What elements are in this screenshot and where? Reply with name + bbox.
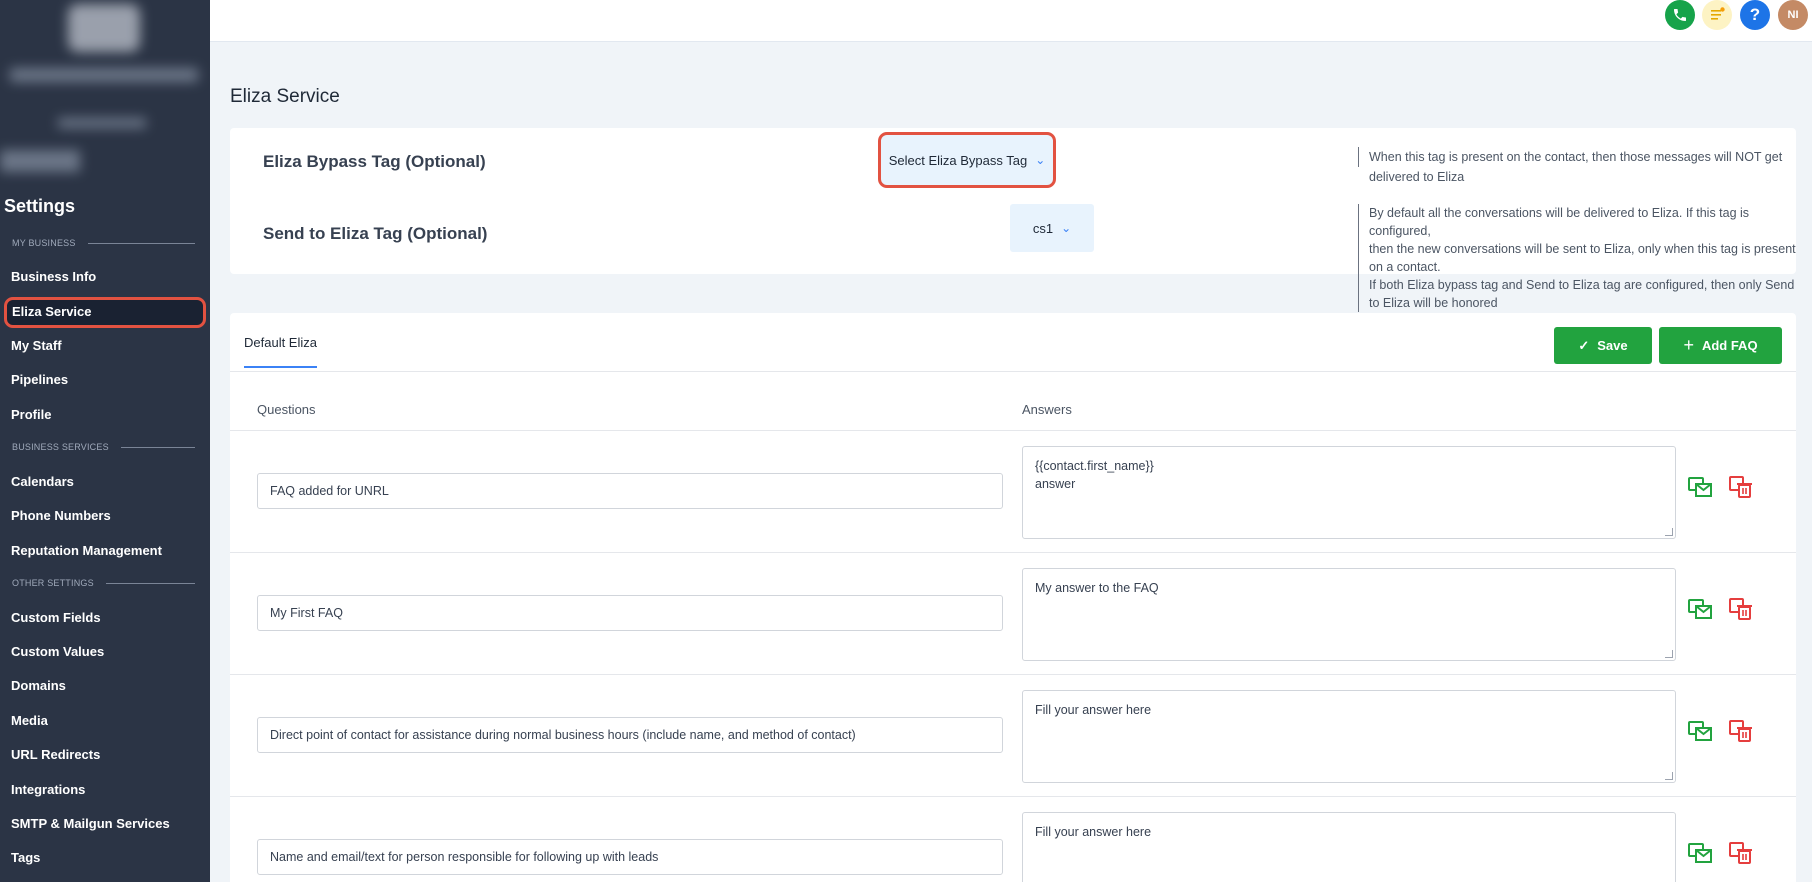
tab-divider (230, 371, 1796, 372)
sidebar-item-business-info[interactable]: Business Info (11, 266, 96, 288)
sidebar-item-domains[interactable]: Domains (11, 675, 66, 697)
sidebar-item-profile[interactable]: Profile (11, 404, 51, 426)
delete-faq-icon[interactable] (1727, 473, 1755, 501)
sidebar-item-integrations[interactable]: Integrations (11, 779, 85, 801)
faq-row: FAQ added for UNRL {{contact.first_name}… (230, 431, 1796, 553)
section-my-business: MY BUSINESS (12, 238, 195, 248)
plus-icon: + (1683, 335, 1694, 355)
company-logo (68, 4, 140, 52)
bypass-tag-label: Eliza Bypass Tag (Optional) (263, 152, 486, 171)
top-header: ? NI (210, 0, 1812, 42)
save-button-label: Save (1597, 338, 1628, 353)
bypass-tag-select[interactable]: Select Eliza Bypass Tag ⌄ (878, 132, 1056, 188)
questions-column-header: Questions (257, 402, 316, 417)
answers-column-header: Answers (1022, 402, 1072, 417)
send-tag-note: By default all the conversations will be… (1358, 204, 1796, 312)
settings-title: Settings (4, 196, 76, 216)
notes-icon[interactable] (1702, 0, 1732, 30)
question-input[interactable]: Name and email/text for person responsib… (257, 839, 1003, 875)
save-faq-icon[interactable] (1686, 595, 1714, 623)
save-faq-icon[interactable] (1686, 473, 1714, 501)
sidebar-item-custom-values[interactable]: Custom Values (11, 641, 104, 663)
sidebar-item-smtp-mailgun[interactable]: SMTP & Mailgun Services (11, 813, 170, 835)
section-other-settings: OTHER SETTINGS (12, 578, 195, 588)
sidebar: Settings MY BUSINESS Business Info Eliza… (0, 0, 210, 882)
faq-row: Direct point of contact for assistance d… (230, 675, 1796, 797)
save-faq-icon[interactable] (1686, 839, 1714, 867)
sidebar-item-phone-numbers[interactable]: Phone Numbers (11, 505, 111, 527)
delete-faq-icon[interactable] (1727, 595, 1755, 623)
add-faq-button[interactable]: + Add FAQ (1659, 327, 1782, 364)
faq-row: My First FAQ My answer to the FAQ (230, 553, 1796, 675)
bypass-tag-note: When this tag is present on the contact,… (1358, 147, 1796, 184)
delete-faq-icon[interactable] (1727, 839, 1755, 867)
sidebar-item-calendars[interactable]: Calendars (11, 471, 74, 493)
send-tag-label: Send to Eliza Tag (Optional) (263, 224, 488, 243)
save-button[interactable]: ✓ Save (1554, 327, 1652, 364)
sidebar-item-media[interactable]: Media (11, 710, 48, 732)
sidebar-item-tags[interactable]: Tags (11, 847, 40, 869)
delete-faq-icon[interactable] (1727, 717, 1755, 745)
answer-textarea[interactable]: Fill your answer here (1022, 690, 1676, 783)
question-input[interactable]: My First FAQ (257, 595, 1003, 631)
sidebar-item-custom-fields[interactable]: Custom Fields (11, 607, 101, 629)
section-business-services: BUSINESS SERVICES (12, 442, 195, 452)
sidebar-item-url-redirects[interactable]: URL Redirects (11, 744, 100, 766)
chevron-down-icon: ⌄ (1061, 221, 1072, 235)
answer-textarea[interactable]: My answer to the FAQ (1022, 568, 1676, 661)
avatar[interactable]: NI (1778, 0, 1808, 30)
sidebar-item-eliza-service[interactable]: Eliza Service (4, 297, 206, 328)
question-input[interactable]: FAQ added for UNRL (257, 473, 1003, 509)
phone-icon[interactable] (1665, 0, 1695, 30)
save-faq-icon[interactable] (1686, 717, 1714, 745)
tab-default-eliza[interactable]: Default Eliza (244, 335, 317, 368)
sidebar-item-my-staff[interactable]: My Staff (11, 335, 62, 357)
company-status (58, 118, 146, 128)
faq-card: Default Eliza ✓ Save + Add FAQ Questions… (230, 313, 1796, 882)
add-faq-button-label: Add FAQ (1701, 338, 1758, 353)
sidebar-item-pipelines[interactable]: Pipelines (11, 369, 68, 391)
send-tag-select-value: cs1 (1032, 220, 1054, 236)
answer-textarea[interactable]: {{contact.first_name}} answer (1022, 446, 1676, 539)
send-tag-select[interactable]: cs1 ⌄ (1010, 204, 1094, 252)
eliza-tag-settings-card: Eliza Bypass Tag (Optional) Select Eliza… (230, 128, 1796, 312)
account-switcher[interactable] (0, 150, 80, 172)
bypass-tag-select-value: Select Eliza Bypass Tag (888, 152, 1028, 168)
answer-textarea[interactable]: Fill your answer here (1022, 812, 1676, 882)
company-name (10, 68, 198, 82)
sidebar-item-reputation-management[interactable]: Reputation Management (11, 540, 162, 562)
chevron-down-icon: ⌄ (1035, 153, 1046, 167)
check-icon: ✓ (1578, 337, 1590, 353)
question-input[interactable]: Direct point of contact for assistance d… (257, 717, 1003, 753)
help-icon[interactable]: ? (1740, 0, 1770, 30)
page-title: Eliza Service (230, 86, 340, 107)
faq-row: Name and email/text for person responsib… (230, 797, 1796, 882)
